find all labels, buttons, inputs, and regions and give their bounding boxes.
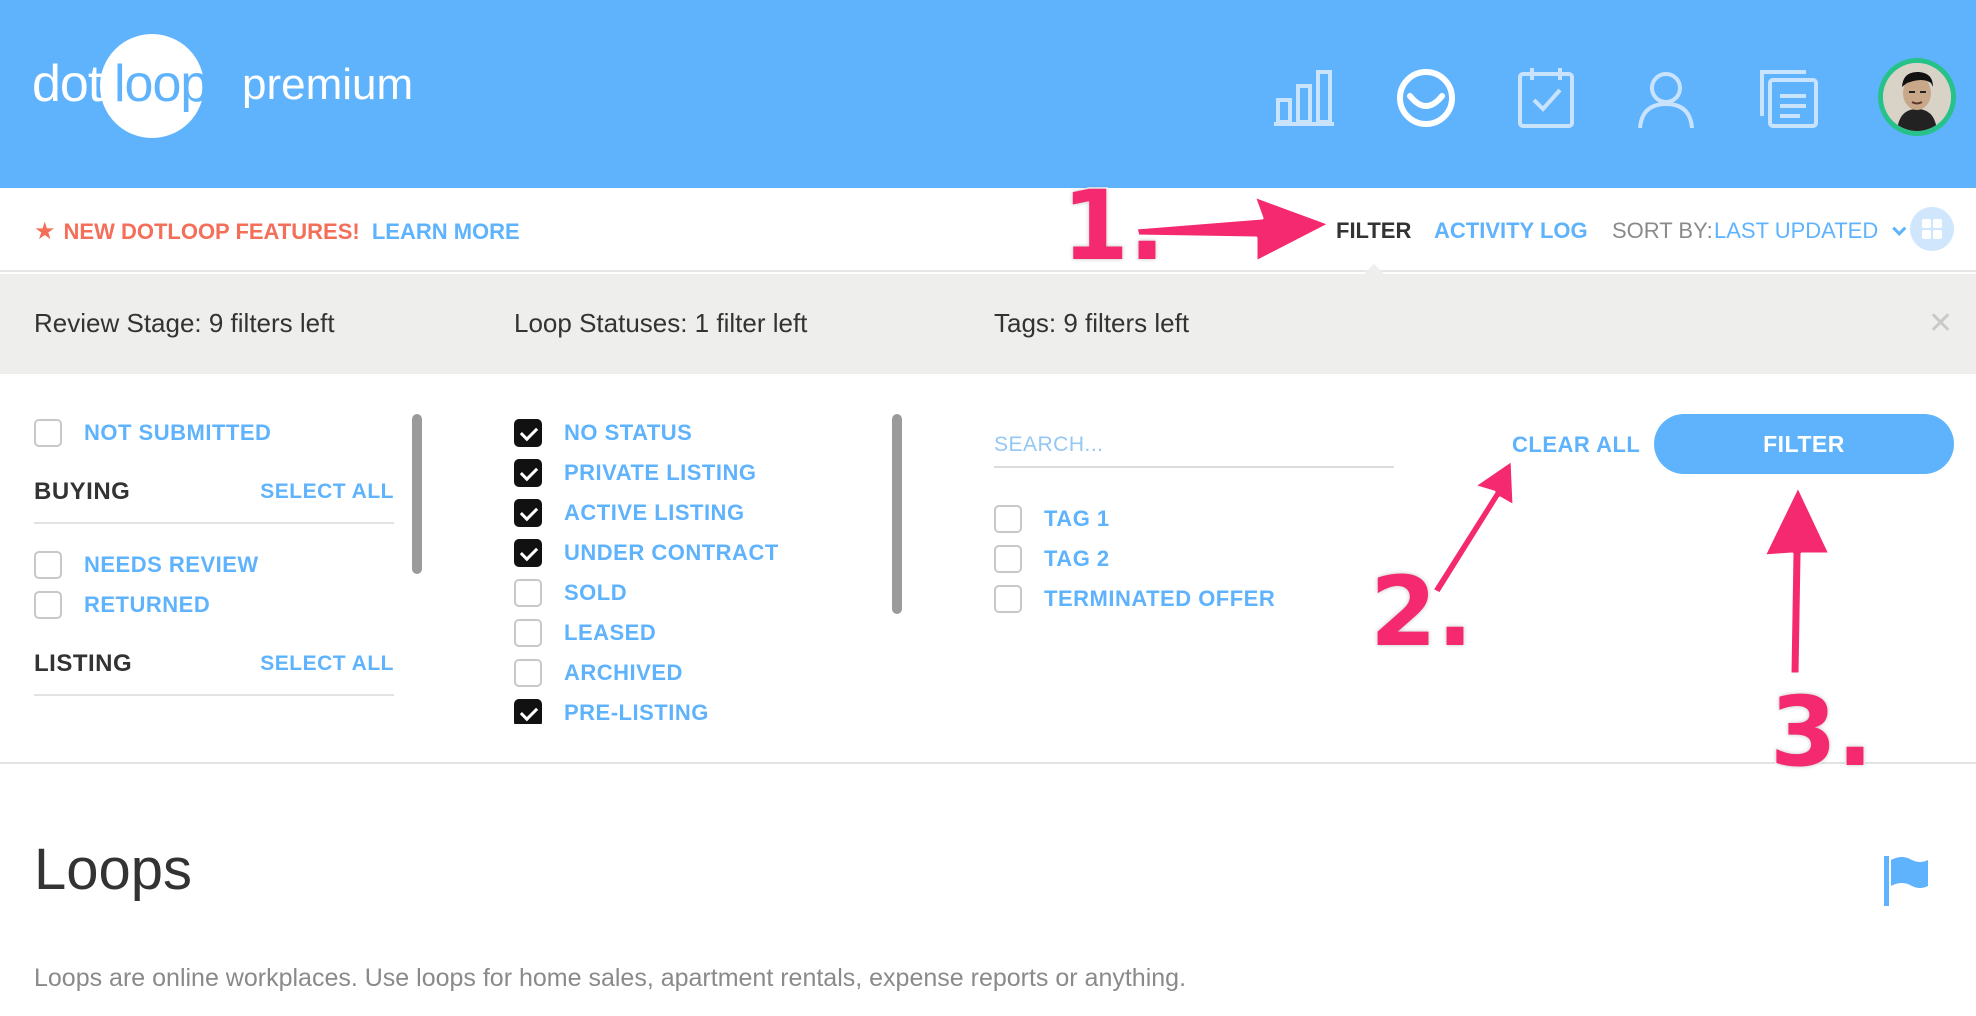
page-title: Loops — [34, 837, 193, 902]
grid-icon-cell — [1933, 230, 1942, 239]
checkbox-checked[interactable] — [514, 459, 542, 487]
review-scrollbar[interactable] — [412, 414, 422, 574]
checkbox-label: ACTIVE LISTING — [564, 500, 745, 525]
status-option[interactable]: LEASED — [514, 618, 656, 648]
checkbox-label: TAG 1 — [1044, 506, 1110, 531]
checkbox[interactable] — [34, 591, 62, 619]
status-option[interactable]: ACTIVE LISTING — [514, 498, 745, 528]
checkbox-checked[interactable] — [514, 419, 542, 447]
activity-log-link[interactable]: ACTIVITY LOG — [1434, 218, 1588, 244]
listing-label: LISTING — [34, 650, 133, 677]
user-avatar[interactable] — [1878, 58, 1956, 136]
checkbox-label: UNDER CONTRACT — [564, 540, 779, 565]
annotation-step-3: 3. — [1768, 676, 1874, 788]
checkbox-label: NO STATUS — [564, 420, 693, 445]
checkbox-label: RETURNED — [84, 592, 211, 617]
clear-all-button[interactable]: CLEAR ALL — [1512, 432, 1640, 458]
buying-select-all[interactable]: SELECT ALL — [260, 480, 394, 504]
tag-option-1[interactable]: TAG 1 — [994, 504, 1110, 534]
listing-select-all[interactable]: SELECT ALL — [260, 652, 394, 676]
checkbox-label: TAG 2 — [1044, 546, 1110, 571]
grid-icon-cell — [1933, 219, 1942, 228]
avatar-image — [1883, 63, 1951, 131]
listing-group-header: LISTING SELECT ALL — [34, 646, 394, 696]
tags-heading: Tags: 9 filters left — [994, 308, 1190, 338]
star-icon: ★ — [34, 218, 56, 245]
sort-by-label: SORT BY: — [1612, 218, 1713, 243]
sort-by-dropdown[interactable]: LAST UPDATED — [1714, 218, 1907, 244]
documents-icon[interactable] — [1756, 66, 1820, 130]
checkbox[interactable] — [514, 579, 542, 607]
checkbox-label: SOLD — [564, 580, 628, 605]
checkbox-checked[interactable] — [514, 499, 542, 527]
checkbox-checked[interactable] — [514, 539, 542, 567]
tag-option-terminated-offer[interactable]: TERMINATED OFFER — [994, 584, 1275, 614]
status-option[interactable]: SOLD — [514, 578, 627, 608]
filter-toggle[interactable]: FILTER — [1336, 218, 1411, 244]
review-option-needs-review[interactable]: NEEDS REVIEW — [34, 550, 259, 580]
features-banner: ★ NEW DOTLOOP FEATURES! LEARN MORE — [34, 217, 520, 246]
review-option-returned[interactable]: RETURNED — [34, 590, 210, 620]
logo-dot-text: dot — [32, 55, 102, 113]
grid-icon-cell — [1922, 230, 1931, 239]
checkbox-label: LEASED — [564, 620, 657, 645]
status-option[interactable]: PRE-LISTING — [514, 698, 709, 724]
close-icon[interactable]: ✕ — [1928, 306, 1953, 341]
checkbox-label: TERMINATED OFFER — [1044, 586, 1276, 611]
checkbox[interactable] — [34, 551, 62, 579]
checkbox[interactable] — [994, 505, 1022, 533]
annotation-step-1: 1. — [1060, 170, 1166, 282]
tag-option-2[interactable]: TAG 2 — [994, 544, 1110, 574]
stats-icon[interactable] — [1272, 66, 1336, 130]
buying-group-header: BUYING SELECT ALL — [34, 474, 394, 524]
checkbox-label: NOT SUBMITTED — [84, 420, 272, 445]
logo-premium-text: premium — [242, 60, 414, 109]
status-option[interactable]: ARCHIVED — [514, 658, 683, 688]
buying-label: BUYING — [34, 478, 131, 505]
sort-by-value: LAST UPDATED — [1714, 218, 1879, 243]
status-scrollbar[interactable] — [892, 414, 902, 614]
checkbox-label: ARCHIVED — [564, 660, 683, 685]
checkbox-checked[interactable] — [514, 699, 542, 724]
status-option[interactable]: PRIVATE LISTING — [514, 458, 756, 488]
smile-icon[interactable] — [1394, 66, 1458, 130]
top-header: dot loop premium — [0, 0, 1976, 188]
checkbox-label: PRIVATE LISTING — [564, 460, 757, 485]
new-features-text: NEW DOTLOOP FEATURES! — [63, 219, 360, 244]
checkbox[interactable] — [34, 419, 62, 447]
logo-loop-text: loop — [114, 55, 209, 113]
apply-filter-button[interactable]: FILTER — [1654, 414, 1954, 474]
annotation-step-2: 2. — [1368, 556, 1474, 668]
tag-search-input[interactable] — [994, 424, 1394, 468]
profile-icon[interactable] — [1634, 66, 1698, 130]
checkbox-label: PRE-LISTING — [564, 700, 709, 724]
tasks-icon[interactable] — [1514, 66, 1578, 130]
checkbox[interactable] — [994, 545, 1022, 573]
checkbox[interactable] — [994, 585, 1022, 613]
page-description: Loops are online workplaces. Use loops f… — [34, 964, 1187, 992]
flag-icon[interactable] — [1880, 852, 1932, 908]
checkbox-label: NEEDS REVIEW — [84, 552, 259, 577]
checkbox[interactable] — [514, 659, 542, 687]
review-option-not-submitted[interactable]: NOT SUBMITTED — [34, 418, 271, 448]
loop-status-list: NO STATUS PRIVATE LISTING ACTIVE LISTING UN… — [500, 410, 880, 724]
grid-view-button[interactable] — [1910, 207, 1954, 251]
grid-icon — [1922, 219, 1931, 228]
review-stage-heading: Review Stage: 9 filters left — [34, 308, 335, 338]
loop-statuses-heading: Loop Statuses: 1 filter left — [514, 308, 808, 338]
status-option[interactable]: NO STATUS — [514, 418, 692, 448]
learn-more-link[interactable]: LEARN MORE — [372, 219, 520, 244]
checkbox[interactable] — [514, 619, 542, 647]
status-option[interactable]: UNDER CONTRACT — [514, 538, 779, 568]
